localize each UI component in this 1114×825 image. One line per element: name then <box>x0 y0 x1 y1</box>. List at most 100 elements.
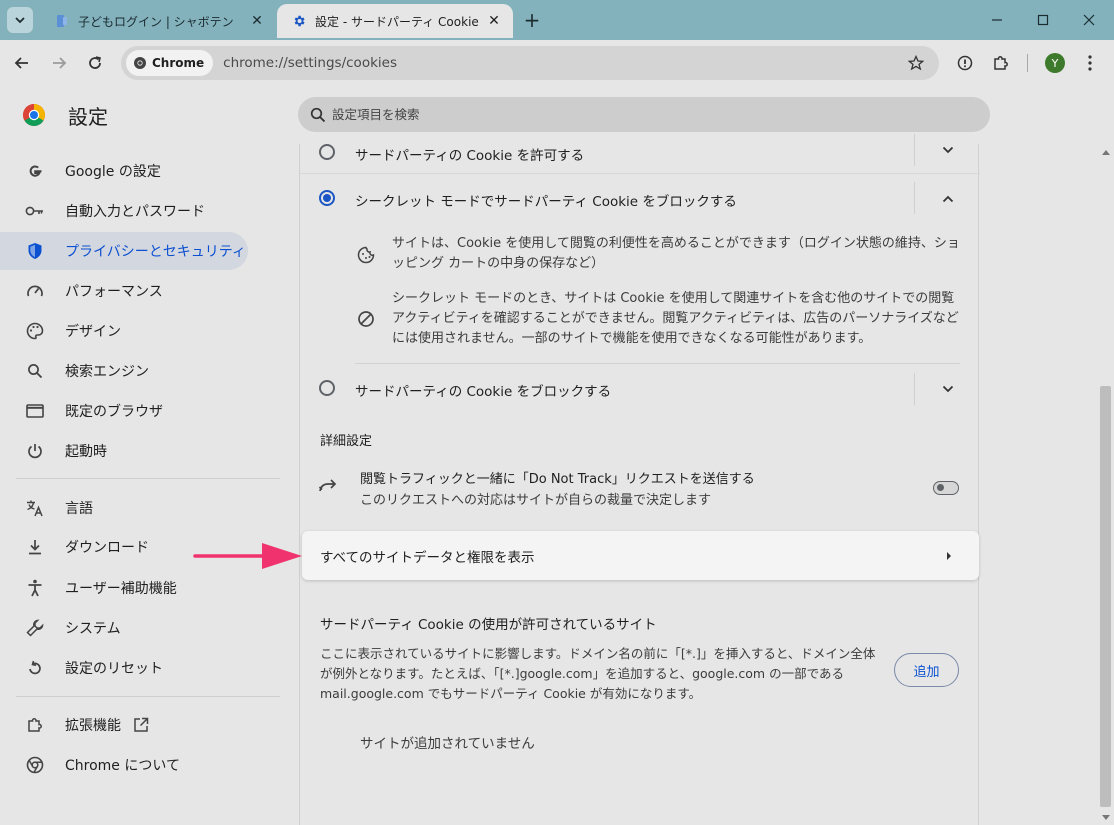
site-favicon-icon <box>54 13 70 29</box>
forward-button[interactable] <box>45 49 73 77</box>
address-bar[interactable]: Chrome chrome://settings/cookies <box>121 46 939 80</box>
translate-icon <box>24 497 46 519</box>
shield-icon <box>24 240 46 262</box>
puzzle-icon <box>994 56 1008 70</box>
bookmark-star-icon[interactable] <box>901 48 931 78</box>
radio-allow-third-party[interactable]: サードパーティの Cookie を許可する <box>300 134 980 166</box>
sidebar-item-label: 自動入力とパスワード <box>65 204 205 220</box>
page-title: 設定 <box>68 105 108 129</box>
row-divider <box>914 373 915 405</box>
all-site-data-label: すべてのサイトデータと権限を表示 <box>320 549 535 566</box>
allowed-sites-description: ここに表示されているサイトに影響します。ドメイン名の前に「[*.]」を挿入すると… <box>320 646 876 701</box>
sidebar-item-label: Chrome について <box>65 758 180 774</box>
sidebar-item-reset[interactable]: 設定のリセット <box>0 649 248 687</box>
radio-button[interactable] <box>319 144 335 160</box>
settings-search-box[interactable] <box>298 97 990 132</box>
annotation-arrow-icon <box>193 543 302 569</box>
chevron-up-icon <box>942 195 954 203</box>
menu-button[interactable] <box>1076 49 1104 77</box>
radio-block-in-incognito[interactable]: シークレット モードでサードパーティ Cookie をブロックする <box>300 182 980 214</box>
sidebar-item-performance[interactable]: パフォーマンス <box>0 272 248 310</box>
empty-sites-text: サイトが追加されていません <box>360 736 535 752</box>
tab-title: 子どもログイン | シャボテン <box>78 14 234 29</box>
sidebar-item-label: パフォーマンス <box>65 284 163 300</box>
all-site-data-link[interactable]: すべてのサイトデータと権限を表示 <box>302 531 979 580</box>
back-button[interactable] <box>8 49 36 77</box>
incognito-description: シークレット モードのとき、サイトは Cookie を使用して関連サイトを含む他… <box>392 291 959 346</box>
settings-gear-icon <box>291 13 307 29</box>
sidebar-item-label: デザイン <box>65 324 121 340</box>
chip-label: Chrome <box>152 56 205 70</box>
sidebar-item-search-engine[interactable]: 検索エンジン <box>0 352 248 390</box>
sidebar-item-label: 拡張機能 <box>65 718 121 734</box>
settings-sidebar: Google の設定 自動入力とパスワード プライバシーとセキュリティ パフォー… <box>0 144 298 825</box>
close-icon <box>1083 14 1095 26</box>
radio-button-checked[interactable] <box>319 190 335 206</box>
sidebar-item-system[interactable]: システム <box>0 609 248 647</box>
cookie-description: サイトは、Cookie を使用して閲覧の利便性を高めることができます（ログイン状… <box>392 236 960 271</box>
profile-avatar[interactable]: Y <box>1045 53 1065 73</box>
minimize-icon <box>992 19 1002 21</box>
download-icon <box>24 536 46 558</box>
chrome-icon <box>24 754 46 776</box>
accessibility-icon <box>24 577 46 599</box>
tab-title: 設定 - サードパーティ Cookie <box>315 14 479 29</box>
settings-search-input[interactable] <box>332 107 932 122</box>
google-g-icon <box>24 160 46 182</box>
arrow-right-icon <box>939 546 959 566</box>
sidebar-divider <box>16 478 280 479</box>
do-not-track-row[interactable]: 閲覧トラフィックと一緒に「Do Not Track」リクエストを送信する このリ… <box>300 468 980 510</box>
dnt-toggle[interactable] <box>933 481 959 495</box>
tab-inactive[interactable]: 子どもログイン | シャボテン ✕ <box>40 4 276 38</box>
sidebar-item-startup[interactable]: 起動時 <box>0 432 248 470</box>
sidebar-item-label: 設定のリセット <box>65 661 163 677</box>
add-site-button[interactable]: 追加 <box>894 653 959 687</box>
site-info-chip[interactable]: Chrome <box>126 50 214 76</box>
maximize-button[interactable] <box>1020 0 1066 40</box>
minimize-button[interactable] <box>974 0 1020 40</box>
radio-button[interactable] <box>319 380 335 396</box>
expand-button[interactable] <box>936 377 960 401</box>
new-tab-button[interactable]: + <box>520 8 544 32</box>
forward-arrow-icon <box>53 57 67 69</box>
sidebar-item-accessibility[interactable]: ユーザー補助機能 <box>0 569 248 607</box>
chrome-icon <box>134 57 146 69</box>
option-label: サードパーティの Cookie をブロックする <box>355 384 612 400</box>
sidebar-item-default-browser[interactable]: 既定のブラウザ <box>0 392 248 430</box>
palette-icon <box>24 320 46 342</box>
sidebar-item-about[interactable]: Chrome について <box>0 746 248 784</box>
chevron-down-icon <box>942 146 954 154</box>
block-icon <box>356 309 376 329</box>
sidebar-item-label: Google の設定 <box>65 164 161 180</box>
sidebar-item-label: 既定のブラウザ <box>65 404 163 420</box>
tab-close-icon[interactable]: ✕ <box>485 12 503 30</box>
scroll-up-arrow-icon[interactable] <box>1100 147 1111 157</box>
sidebar-item-google[interactable]: Google の設定 <box>0 152 248 190</box>
puzzle-icon <box>24 714 46 736</box>
search-icon <box>310 107 326 122</box>
info-circle-icon <box>957 55 973 71</box>
allowed-sites-title: サードパーティ Cookie の使用が許可されているサイト <box>320 617 657 633</box>
scrollbar-thumb[interactable] <box>1100 386 1111 807</box>
tab-active[interactable]: 設定 - サードパーティ Cookie ✕ <box>277 4 513 38</box>
extensions-button[interactable] <box>987 49 1015 77</box>
search-icon <box>24 360 46 382</box>
sidebar-item-appearance[interactable]: デザイン <box>0 312 248 350</box>
sidebar-item-extensions[interactable]: 拡張機能 <box>0 706 248 744</box>
reload-button[interactable] <box>81 49 109 77</box>
sidebar-item-languages[interactable]: 言語 <box>0 489 248 527</box>
sidebar-item-privacy[interactable]: プライバシーとセキュリティ <box>0 232 248 270</box>
radio-block-third-party[interactable]: サードパーティの Cookie をブロックする <box>300 373 980 405</box>
url-text[interactable]: chrome://settings/cookies <box>223 55 901 71</box>
dnt-subtitle: このリクエストへの対応はサイトが自らの裁量で決定します <box>360 493 712 508</box>
tab-close-icon[interactable]: ✕ <box>248 12 266 30</box>
tab-search-button[interactable] <box>7 7 33 33</box>
sidebar-item-label: プライバシーとセキュリティ <box>65 244 246 260</box>
performance-button[interactable] <box>951 49 979 77</box>
reload-icon <box>89 56 101 69</box>
close-window-button[interactable] <box>1066 0 1112 40</box>
scroll-down-arrow-icon[interactable] <box>1100 812 1111 822</box>
expand-button[interactable] <box>936 138 960 162</box>
sidebar-item-autofill[interactable]: 自動入力とパスワード <box>0 192 248 230</box>
collapse-button[interactable] <box>936 187 960 211</box>
